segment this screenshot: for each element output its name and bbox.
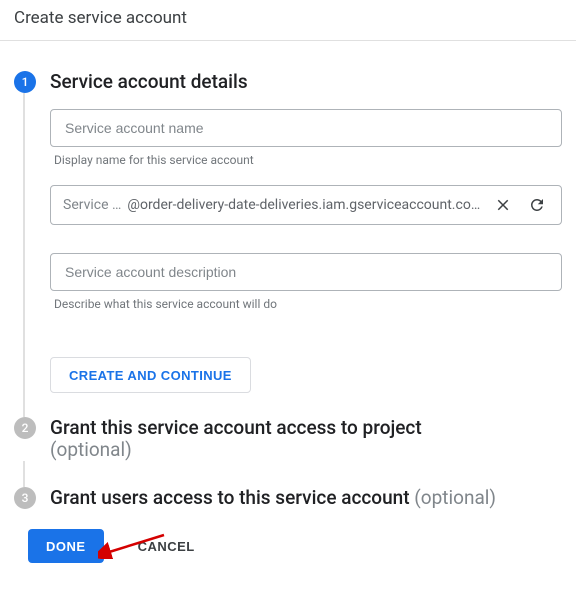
service-account-name-input[interactable]	[63, 119, 549, 137]
step-2-title: Grant this service account access to pro…	[50, 417, 422, 461]
id-suffix-text: @order-delivery-date-deliveries.iam.gser…	[127, 197, 483, 213]
desc-helper-text: Describe what this service account will …	[54, 297, 562, 311]
cancel-button[interactable]: CANCEL	[132, 538, 201, 555]
id-prefix-label: Service …	[63, 197, 121, 213]
stepper: 1 Service account details Display name f…	[14, 71, 562, 509]
step-1-header: 1 Service account details	[14, 71, 562, 93]
step-3-title: Grant users access to this service accou…	[50, 487, 496, 509]
step-2-badge: 2	[14, 417, 36, 439]
create-and-continue-button[interactable]: CREATE AND CONTINUE	[50, 357, 251, 393]
wizard-content: 1 Service account details Display name f…	[0, 41, 576, 583]
step-1-title: Service account details	[50, 71, 248, 93]
step-2-header[interactable]: 2 Grant this service account access to p…	[14, 417, 562, 461]
name-helper-text: Display name for this service account	[54, 153, 562, 167]
done-button[interactable]: DONE	[28, 529, 104, 563]
footer-actions: DONE CANCEL	[14, 509, 562, 573]
step-2-title-text: Grant this service account access to pro…	[50, 416, 422, 439]
page-title: Create service account	[0, 0, 576, 41]
refresh-icon[interactable]	[523, 191, 551, 219]
step-3-badge: 3	[14, 487, 36, 509]
service-account-desc-field[interactable]	[50, 253, 562, 291]
step-3-header[interactable]: 3 Grant users access to this service acc…	[14, 487, 562, 509]
step-3-title-text: Grant users access to this service accou…	[50, 486, 414, 509]
step-2-body	[23, 461, 562, 487]
step-2-optional: (optional)	[50, 438, 132, 461]
service-account-name-field[interactable]	[50, 109, 562, 147]
service-account-desc-input[interactable]	[63, 263, 549, 281]
step-1-badge: 1	[14, 71, 36, 93]
service-account-id-field[interactable]: Service … @order-delivery-date-deliverie…	[50, 185, 562, 225]
step-1-body: Display name for this service account Se…	[23, 93, 562, 417]
step-3-optional: (optional)	[414, 486, 496, 509]
close-icon[interactable]	[489, 191, 517, 219]
